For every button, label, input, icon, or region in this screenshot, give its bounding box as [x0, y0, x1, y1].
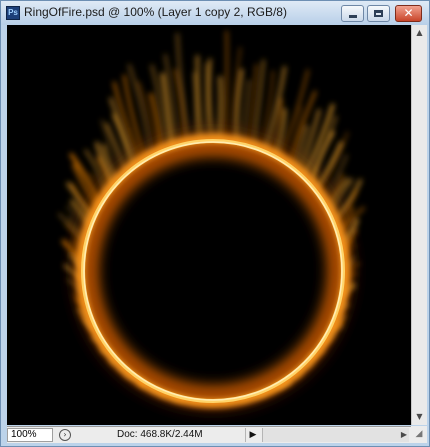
status-info-icon[interactable]: ›: [59, 429, 71, 441]
close-button[interactable]: ✕: [395, 5, 422, 22]
document-title: RingOfFire.psd @ 100% (Layer 1 copy 2, R…: [24, 5, 287, 19]
maximize-icon: [374, 10, 383, 17]
photoshop-icon: Ps: [6, 6, 20, 20]
resize-grip-icon[interactable]: ◢: [411, 426, 427, 443]
document-canvas[interactable]: [7, 25, 411, 425]
document-size-info: Doc: 468.8K/2.44M: [117, 429, 203, 440]
scroll-down-icon[interactable]: ▼: [412, 409, 427, 425]
status-bar: 100% › Doc: 468.8K/2.44M ▶ ▶: [7, 426, 411, 443]
zoom-level-field[interactable]: 100%: [7, 428, 53, 442]
ring-of-fire-image: [7, 25, 411, 425]
maximize-button[interactable]: [367, 5, 390, 22]
minimize-icon: [349, 15, 357, 18]
close-icon: ✕: [403, 6, 414, 20]
title-bar[interactable]: Ps RingOfFire.psd @ 100% (Layer 1 copy 2…: [1, 1, 429, 25]
vertical-scrollbar[interactable]: ▲ ▼: [411, 25, 427, 425]
scroll-right-icon[interactable]: ▶: [401, 428, 407, 442]
status-menu-arrow-icon[interactable]: ▶: [245, 428, 260, 442]
minimize-button[interactable]: [341, 5, 364, 22]
flame-tongue: [216, 75, 223, 142]
document-window: Ps RingOfFire.psd @ 100% (Layer 1 copy 2…: [0, 0, 430, 447]
horizontal-scrollbar[interactable]: ▶: [262, 428, 409, 442]
scroll-up-icon[interactable]: ▲: [412, 25, 427, 41]
